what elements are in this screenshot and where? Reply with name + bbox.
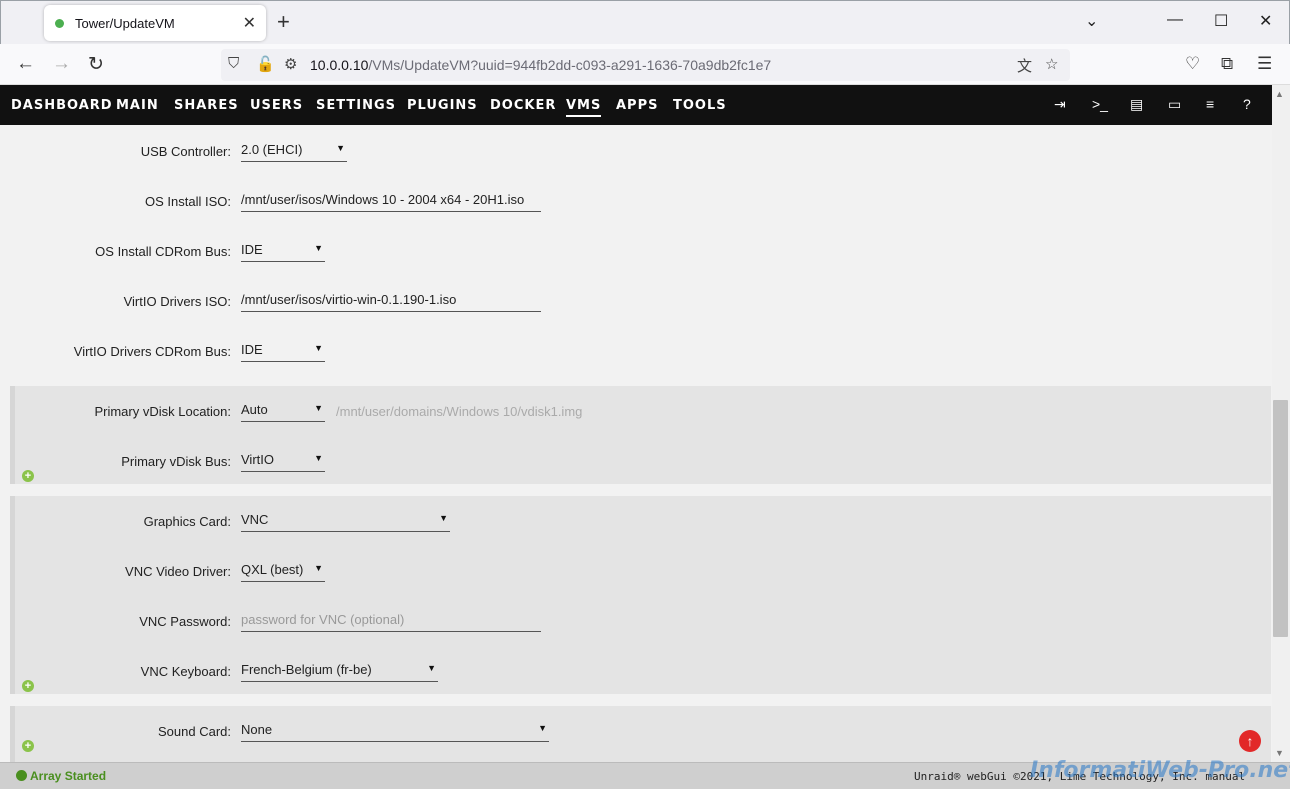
caret-down-icon: ▼	[439, 513, 448, 523]
new-tab-icon[interactable]: +	[277, 11, 290, 33]
menu-main[interactable]: MAIN	[116, 98, 159, 113]
vnc-password-label: VNC Password:	[139, 614, 231, 629]
array-status-icon	[16, 770, 27, 781]
monitor-icon[interactable]: ▭	[1168, 96, 1181, 113]
vnc-keyboard-label: VNC Keyboard:	[140, 664, 231, 679]
menu-shares[interactable]: SHARES	[174, 98, 239, 113]
help-icon[interactable]: ?	[1243, 96, 1251, 112]
maximize-icon[interactable]: ☐	[1214, 11, 1228, 31]
scrollbar-thumb[interactable]	[1273, 400, 1288, 637]
tab-list-chevron-down-icon[interactable]: ⌄	[1085, 11, 1098, 31]
primary-vdisk-location-value: Auto	[241, 402, 268, 417]
permissions-icon[interactable]: ⚙	[284, 55, 297, 73]
vnc-video-driver-value: QXL (best)	[241, 562, 304, 577]
menu-docker[interactable]: DOCKER	[490, 98, 556, 113]
menu-apps[interactable]: APPS	[616, 98, 658, 113]
vdisk-path-hint: /mnt/user/domains/Windows 10/vdisk1.img	[336, 404, 583, 419]
add-vdisk-plus-icon[interactable]: +	[22, 470, 34, 482]
os-install-cdrom-bus-value: IDE	[241, 242, 263, 257]
pocket-icon[interactable]: ♡	[1185, 54, 1200, 74]
menu-vms[interactable]: VMS	[566, 98, 602, 117]
virtio-drivers-cdrom-bus-label: VirtIO Drivers CDRom Bus:	[73, 344, 231, 359]
caret-down-icon: ▼	[538, 723, 547, 733]
menu-settings[interactable]: SETTINGS	[316, 98, 396, 113]
translate-icon[interactable]: 文	[1017, 55, 1032, 76]
vnc-keyboard-select[interactable]: French-Belgium (fr-be) ▼	[241, 660, 438, 682]
vm-form: USB Controller: 2.0 (EHCI) ▼ OS Install I…	[0, 125, 1272, 762]
url-host: 10.0.0.10	[310, 57, 369, 73]
array-status-text: Array Started	[30, 769, 107, 783]
primary-vdisk-location-label: Primary vDisk Location:	[94, 404, 231, 419]
sound-card-select[interactable]: None ▼	[241, 720, 549, 742]
graphics-card-label: Graphics Card:	[143, 514, 231, 529]
back-icon[interactable]: ←	[16, 53, 35, 75]
os-install-iso-label: OS Install ISO:	[145, 194, 231, 209]
virtio-drivers-iso-input[interactable]: /mnt/user/isos/virtio-win-0.1.190-1.iso	[241, 290, 541, 312]
caret-down-icon: ▼	[314, 243, 323, 253]
tab-title: Tower/UpdateVM	[75, 15, 175, 31]
vnc-video-driver-label: VNC Video Driver:	[125, 564, 231, 579]
terminal-icon[interactable]: >_	[1092, 96, 1108, 112]
virtio-drivers-cdrom-bus-select[interactable]: IDE ▼	[241, 340, 325, 362]
usb-controller-value: 2.0 (EHCI)	[241, 142, 303, 157]
sound-card-label: Sound Card:	[158, 724, 231, 739]
extensions-icon[interactable]: ⧉	[1221, 54, 1233, 74]
reload-icon[interactable]: ↻	[88, 53, 104, 76]
os-install-iso-input[interactable]: /mnt/user/isos/Windows 10 - 2004 x64 - 2…	[241, 190, 541, 212]
bookmark-star-icon[interactable]: ☆	[1045, 55, 1058, 73]
vnc-keyboard-value: French-Belgium (fr-be)	[241, 662, 372, 677]
minimize-icon[interactable]: —	[1167, 11, 1183, 29]
menu-dashboard[interactable]: DASHBOARD	[11, 98, 113, 113]
array-status: Array Started	[16, 769, 106, 783]
forward-icon[interactable]: →	[52, 53, 71, 75]
vdisk-section: +	[10, 386, 1271, 484]
url-bar[interactable]: ⛉ 🔓 ⚙ 10.0.0.10/VMs/UpdateVM?uuid=944fb2…	[221, 49, 1070, 81]
vnc-video-driver-select[interactable]: QXL (best) ▼	[241, 560, 325, 582]
usb-controller-label: USB Controller:	[140, 144, 231, 159]
caret-down-icon: ▼	[314, 453, 323, 463]
graphics-card-value: VNC	[241, 512, 269, 527]
scroll-to-top-icon[interactable]: ↑	[1239, 730, 1261, 752]
add-sound-plus-icon[interactable]: +	[22, 740, 34, 752]
usb-controller-select[interactable]: 2.0 (EHCI) ▼	[241, 140, 347, 162]
graphics-card-select[interactable]: VNC ▼	[241, 510, 450, 532]
sound-card-value: None	[241, 722, 273, 737]
scroll-down-icon[interactable]: ▼	[1275, 748, 1284, 758]
url-text[interactable]: 10.0.0.10/VMs/UpdateVM?uuid=944fb2dd-c09…	[310, 57, 771, 73]
menu-users[interactable]: USERS	[250, 98, 303, 113]
os-install-cdrom-bus-label: OS Install CDRom Bus:	[95, 244, 231, 259]
log-icon[interactable]: ≡	[1206, 96, 1214, 112]
virtio-drivers-cdrom-bus-value: IDE	[241, 342, 263, 357]
caret-down-icon: ▼	[314, 563, 323, 573]
url-path: /VMs/UpdateVM?uuid=944fb2dd-c093-a291-16…	[368, 57, 772, 73]
caret-down-icon: ▼	[336, 143, 345, 153]
primary-vdisk-bus-label: Primary vDisk Bus:	[121, 454, 231, 469]
browser-navbar: ← → ↻ ⛉ 🔓 ⚙ 10.0.0.10/VMs/UpdateVM?uuid=…	[0, 44, 1290, 85]
unraid-menu-bar: DASHBOARD MAIN SHARES USERS SETTINGS PLU…	[0, 85, 1272, 125]
watermark: InformatiWeb-Pro.net	[1030, 758, 1290, 783]
os-install-cdrom-bus-select[interactable]: IDE ▼	[241, 240, 325, 262]
scroll-up-icon[interactable]: ▲	[1275, 89, 1284, 99]
primary-vdisk-bus-value: VirtIO	[241, 452, 274, 467]
caret-down-icon: ▼	[427, 663, 436, 673]
caret-down-icon: ▼	[314, 343, 323, 353]
insecure-lock-icon[interactable]: 🔓	[256, 55, 275, 73]
virtio-drivers-iso-label: VirtIO Drivers ISO:	[123, 294, 231, 309]
browser-tab-bar: Tower/UpdateVM ✕ + ⌄ — ☐ ✕	[0, 0, 1290, 44]
close-window-icon[interactable]: ✕	[1259, 11, 1272, 31]
browser-tab[interactable]: Tower/UpdateVM ✕	[44, 5, 266, 41]
vnc-password-input[interactable]: password for VNC (optional)	[241, 610, 541, 632]
favicon-icon	[55, 18, 64, 28]
feedback-icon[interactable]: ▤	[1130, 96, 1143, 113]
caret-down-icon: ▼	[314, 403, 323, 413]
menu-tools[interactable]: TOOLS	[673, 98, 727, 113]
hamburger-menu-icon[interactable]: ☰	[1257, 54, 1272, 74]
menu-plugins[interactable]: PLUGINS	[407, 98, 478, 113]
shield-icon[interactable]: ⛉	[228, 55, 239, 72]
logout-icon[interactable]: ⇥	[1054, 96, 1066, 113]
close-tab-icon[interactable]: ✕	[243, 13, 256, 33]
primary-vdisk-location-select[interactable]: Auto ▼	[241, 400, 325, 422]
primary-vdisk-bus-select[interactable]: VirtIO ▼	[241, 450, 325, 472]
add-graphics-plus-icon[interactable]: +	[22, 680, 34, 692]
